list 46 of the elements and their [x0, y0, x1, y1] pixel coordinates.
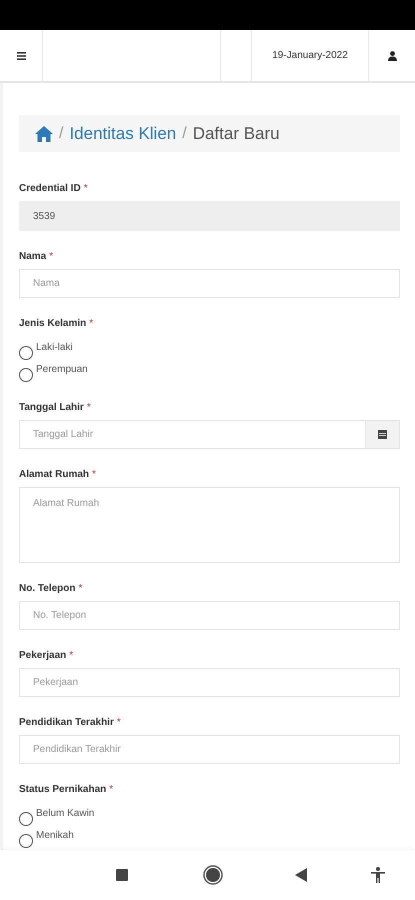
- header-date: 19-January-2022: [272, 50, 348, 61]
- required-mark: *: [49, 251, 54, 263]
- date-field[interactable]: Tanggal Lahir: [19, 420, 366, 449]
- required-mark: *: [69, 650, 74, 662]
- field-label: Pendidikan Terakhir: [19, 717, 114, 729]
- radio-label: Perempuan: [36, 364, 88, 376]
- text-field[interactable]: Pekerjaan: [19, 668, 400, 697]
- radio-button[interactable]: [19, 346, 33, 360]
- user-icon[interactable]: [386, 48, 398, 62]
- textarea-field[interactable]: Alamat Rumah: [19, 487, 400, 563]
- text-field[interactable]: Pendidikan Terakhir: [19, 735, 400, 764]
- radio-button[interactable]: [19, 834, 33, 848]
- field-label: Status Pernikahan: [19, 784, 106, 796]
- field-label: Jenis Kelamin: [19, 318, 86, 330]
- breadcrumb-separator: /: [59, 124, 64, 142]
- field-label: No. Telepon: [19, 583, 76, 595]
- calendar-button[interactable]: [366, 420, 400, 449]
- breadcrumb-current: Daftar Baru: [192, 124, 280, 144]
- required-mark: *: [84, 183, 88, 195]
- field-label: Nama: [19, 251, 46, 263]
- radio-button[interactable]: [19, 812, 33, 826]
- required-mark: *: [109, 784, 114, 796]
- home-button-icon[interactable]: [203, 865, 223, 885]
- back-icon[interactable]: [295, 868, 307, 882]
- required-mark: *: [92, 469, 96, 481]
- radio-button[interactable]: [19, 368, 33, 382]
- required-mark: *: [86, 402, 91, 414]
- accessibility-icon[interactable]: [371, 867, 385, 883]
- radio-label: Laki-laki: [36, 342, 73, 354]
- readonly-field: 3539: [19, 201, 400, 231]
- field-label: Tanggal Lahir: [19, 402, 84, 414]
- menu-icon[interactable]: [14, 50, 28, 62]
- calendar-icon: [378, 430, 387, 439]
- field-label: Pekerjaan: [19, 650, 66, 662]
- text-field[interactable]: Nama: [19, 269, 400, 298]
- required-mark: *: [78, 583, 82, 595]
- home-icon[interactable]: [35, 126, 53, 142]
- radio-label: Menikah: [36, 830, 74, 842]
- required-mark: *: [116, 717, 121, 729]
- text-field[interactable]: No. Telepon: [19, 601, 400, 630]
- field-label: Alamat Rumah: [19, 469, 90, 481]
- radio-label: Belum Kawin: [36, 808, 94, 820]
- breadcrumb-link[interactable]: Identitas Klien: [69, 124, 176, 144]
- required-mark: *: [89, 318, 94, 330]
- field-label: Credential ID: [19, 183, 81, 195]
- breadcrumb-separator: /: [182, 124, 187, 142]
